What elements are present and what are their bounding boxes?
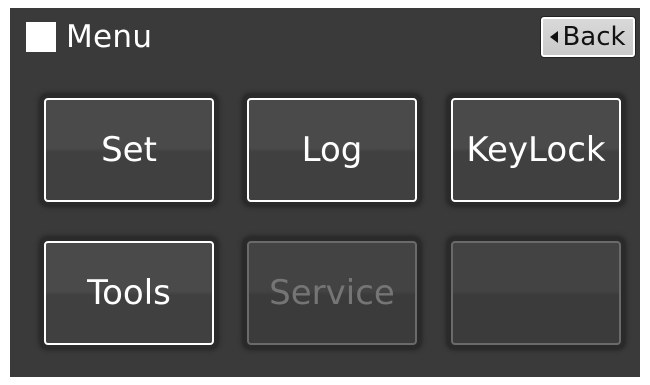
tile-frame-set: Set: [40, 94, 218, 206]
back-button[interactable]: Back: [541, 17, 635, 57]
tile-frame-empty: [447, 237, 625, 349]
keylock-button[interactable]: KeyLock: [451, 98, 621, 202]
arrow-left-icon: [550, 31, 559, 43]
tile-frame-log: Log: [243, 94, 421, 206]
page-title: Menu: [66, 19, 153, 55]
empty-tile: [451, 241, 621, 345]
tile-frame-keylock: KeyLock: [447, 94, 625, 206]
set-button[interactable]: Set: [44, 98, 214, 202]
tile-frame-tools: Tools: [40, 237, 218, 349]
back-button-label: Back: [562, 22, 626, 52]
tile-frame-service: Service: [243, 237, 421, 349]
log-button[interactable]: Log: [247, 98, 417, 202]
menu-screen: Menu Back Set Log KeyLock Tools Service: [10, 8, 640, 377]
menu-square-icon: [26, 22, 56, 52]
service-button: Service: [247, 241, 417, 345]
tools-button[interactable]: Tools: [44, 241, 214, 345]
